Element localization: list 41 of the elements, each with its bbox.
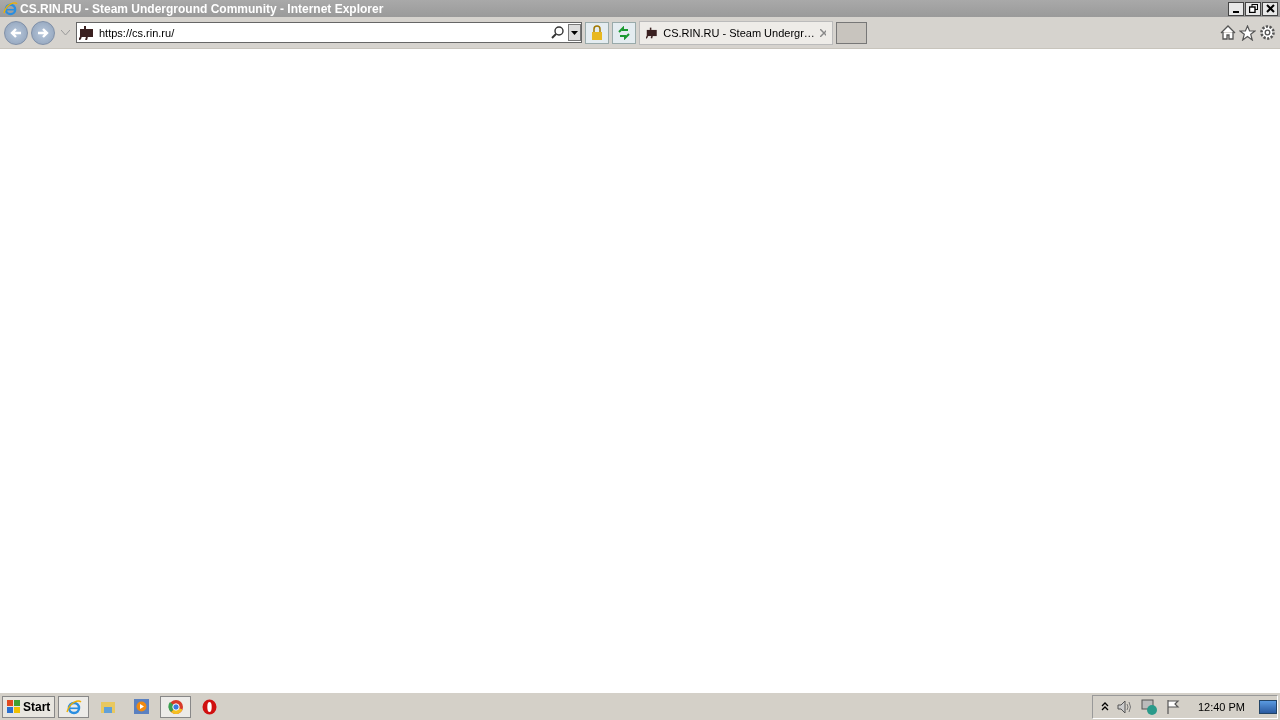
forward-arrow-icon — [36, 25, 50, 40]
new-tab-button[interactable] — [836, 21, 867, 44]
ie-app-button[interactable] — [58, 695, 90, 718]
show-desktop-button[interactable] — [1259, 699, 1277, 714]
back-button[interactable] — [4, 20, 28, 45]
refresh-button[interactable] — [612, 21, 636, 44]
forward-button[interactable] — [31, 20, 55, 45]
speaker-icon[interactable] — [1116, 699, 1133, 714]
clock[interactable]: 12:40 PM — [1197, 700, 1245, 713]
window-title: CS.RIN.RU - Steam Underground Community - Internet Explorer — [20, 1, 384, 16]
address-field[interactable]: https://cs.rin.ru/ — [76, 22, 582, 43]
browser-app-button[interactable] — [160, 695, 192, 718]
close-icon — [1265, 4, 1275, 13]
site-favicon-icon — [646, 25, 659, 40]
refresh-icon — [617, 25, 631, 40]
back-arrow-icon — [9, 25, 23, 40]
site-favicon-icon — [79, 25, 95, 40]
close-button[interactable] — [1262, 1, 1278, 16]
home-icon[interactable] — [1220, 25, 1236, 40]
star-icon[interactable] — [1239, 24, 1256, 41]
show-hidden-icons-icon[interactable] — [1100, 701, 1109, 712]
caret-icon — [571, 30, 578, 35]
flag-icon[interactable] — [1165, 699, 1180, 714]
start-button[interactable]: Start — [2, 695, 56, 718]
folder-icon — [99, 699, 116, 714]
play-icon — [134, 699, 150, 714]
search-icon[interactable] — [551, 26, 564, 39]
browser-logo-icon — [167, 698, 184, 715]
ie-logo-icon — [3, 1, 18, 16]
browser-tab[interactable]: CS.RIN.RU - Steam Undergr… — [639, 20, 833, 45]
settings-icon[interactable] — [1259, 24, 1276, 41]
minimize-button[interactable] — [1228, 1, 1244, 16]
opera-logo-icon — [202, 698, 218, 715]
address-dropdown-button[interactable] — [568, 24, 581, 41]
ie-logo-icon — [65, 698, 82, 715]
restore-icon — [1248, 4, 1258, 13]
restore-button[interactable] — [1245, 1, 1261, 16]
windows-logo-icon — [7, 700, 21, 713]
close-tab-icon[interactable] — [819, 28, 826, 37]
padlock-icon — [591, 25, 603, 40]
minimize-icon — [1233, 10, 1239, 13]
